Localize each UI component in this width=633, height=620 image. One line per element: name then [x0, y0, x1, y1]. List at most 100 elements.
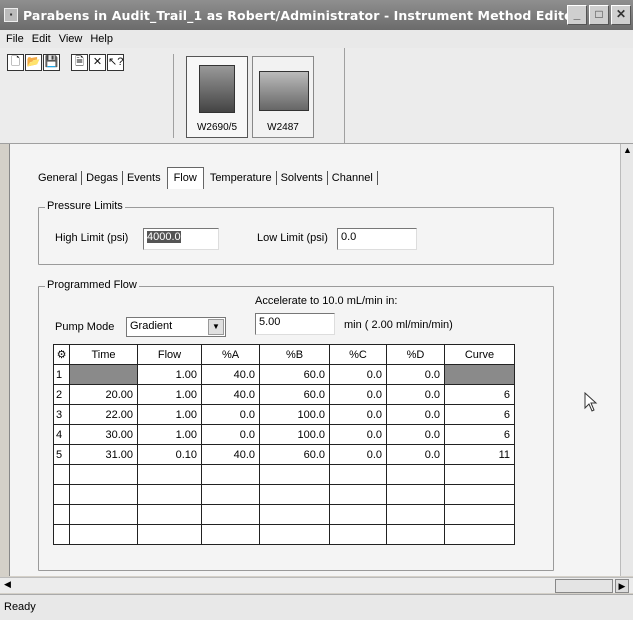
tab-events[interactable]: Events [123, 171, 165, 185]
percent-c-cell[interactable]: 0.0 [329, 384, 387, 405]
menu-edit[interactable]: Edit [28, 33, 55, 45]
column-header: Flow [137, 344, 202, 365]
curve-cell [444, 364, 515, 385]
new-file-icon[interactable]: 🗋 [7, 54, 24, 71]
row-number: 3 [53, 404, 70, 425]
table-row[interactable]: 1 1.00 40.0 60.0 0.0 0.0 [53, 364, 515, 385]
percent-c-cell[interactable]: 0.0 [329, 424, 387, 445]
percent-b-cell[interactable]: 100.0 [259, 404, 330, 425]
percent-b-cell[interactable]: 100.0 [259, 424, 330, 445]
percent-d-cell[interactable]: 0.0 [386, 424, 445, 445]
accelerate-label: Accelerate to 10.0 mL/min in: [255, 295, 398, 307]
menu-view[interactable]: View [55, 33, 87, 45]
title-bar[interactable]: ▪ Parabens in Audit_Trail_1 as Robert/Ad… [0, 0, 633, 30]
column-header: Curve [444, 344, 515, 365]
scrollbar-thumb[interactable] [555, 579, 613, 593]
percent-d-cell[interactable]: 0.0 [386, 444, 445, 465]
table-header-row: ⚙ Time Flow %A %B %C %D Curve [53, 344, 515, 365]
percent-b-cell[interactable]: 60.0 [259, 444, 330, 465]
menu-help[interactable]: Help [86, 33, 117, 45]
gradient-table: ⚙ Time Flow %A %B %C %D Curve 1 1.00 40.… [53, 344, 515, 545]
save-icon[interactable]: 💾 [43, 54, 60, 71]
hplc-pump-icon [199, 65, 235, 113]
pressure-limits-legend: Pressure Limits [45, 200, 125, 212]
instrument-w2487-button[interactable]: W2487 [252, 56, 314, 138]
instrument-w2690-button[interactable]: W2690/5 [186, 56, 248, 138]
vertical-scrollbar[interactable]: ▲ [620, 144, 633, 576]
flow-cell[interactable]: 0.10 [137, 444, 202, 465]
tab-temperature[interactable]: Temperature [206, 171, 277, 185]
flow-cell[interactable]: 1.00 [137, 364, 202, 385]
table-row[interactable] [53, 484, 515, 505]
percent-a-cell[interactable]: 40.0 [201, 364, 260, 385]
flow-cell[interactable]: 1.00 [137, 404, 202, 425]
table-row[interactable]: 5 31.00 0.10 40.0 60.0 0.0 0.0 11 [53, 444, 515, 465]
toolbar: 🗋 📂 💾 🗎 ✕ ↖? W2690/5 W2487 [0, 48, 633, 144]
time-cell[interactable]: 22.00 [69, 404, 138, 425]
time-cell [69, 364, 138, 385]
table-row[interactable] [53, 524, 515, 545]
time-cell[interactable]: 20.00 [69, 384, 138, 405]
low-limit-label: Low Limit (psi) [257, 232, 328, 244]
method-panel: General Degas Events Flow Temperature So… [9, 144, 623, 576]
flow-cell[interactable]: 1.00 [137, 424, 202, 445]
scroll-up-icon[interactable]: ▲ [621, 144, 633, 157]
scroll-right-icon[interactable]: ▶ [615, 579, 629, 593]
menu-bar: File Edit View Help [0, 30, 633, 48]
column-header: %A [201, 344, 260, 365]
table-row[interactable] [53, 504, 515, 525]
table-row[interactable]: 4 30.00 1.00 0.0 100.0 0.0 0.0 6 [53, 424, 515, 445]
table-settings-icon[interactable]: ⚙ [53, 344, 70, 365]
table-row[interactable] [53, 464, 515, 485]
delete-icon[interactable]: ✕ [89, 54, 106, 71]
percent-a-cell[interactable]: 40.0 [201, 444, 260, 465]
flow-cell[interactable]: 1.00 [137, 384, 202, 405]
scroll-left-icon[interactable]: ◀ [4, 579, 11, 590]
tab-general[interactable]: General [34, 171, 83, 185]
chevron-down-icon[interactable]: ▼ [208, 319, 224, 335]
curve-cell[interactable]: 6 [444, 384, 515, 405]
pump-mode-label: Pump Mode [55, 321, 115, 333]
horizontal-scrollbar[interactable]: ◀ ▶ [0, 577, 633, 593]
percent-d-cell[interactable]: 0.0 [386, 404, 445, 425]
percent-b-cell[interactable]: 60.0 [259, 364, 330, 385]
percent-d-cell[interactable]: 0.0 [386, 384, 445, 405]
percent-c-cell[interactable]: 0.0 [329, 364, 387, 385]
close-button[interactable]: ✕ [611, 5, 631, 25]
percent-a-cell[interactable]: 40.0 [201, 384, 260, 405]
tab-flow[interactable]: Flow [166, 167, 204, 189]
percent-d-cell[interactable]: 0.0 [386, 364, 445, 385]
curve-cell[interactable]: 6 [444, 424, 515, 445]
tab-degas[interactable]: Degas [82, 171, 123, 185]
curve-cell[interactable]: 6 [444, 404, 515, 425]
low-limit-input[interactable]: 0.0 [337, 228, 417, 250]
percent-c-cell[interactable]: 0.0 [329, 404, 387, 425]
context-help-icon[interactable]: ↖? [107, 54, 124, 71]
tab-channel[interactable]: Channel [328, 171, 378, 185]
maximize-button[interactable]: □ [589, 5, 609, 25]
high-limit-input[interactable]: 4000.0 [143, 228, 219, 250]
high-limit-value: 4000.0 [147, 231, 181, 243]
menu-file[interactable]: File [2, 33, 28, 45]
column-header: %D [386, 344, 445, 365]
time-cell[interactable]: 31.00 [69, 444, 138, 465]
row-number: 1 [53, 364, 70, 385]
table-row[interactable]: 3 22.00 1.00 0.0 100.0 0.0 0.0 6 [53, 404, 515, 425]
status-text: Ready [4, 601, 36, 613]
pump-mode-select[interactable]: Gradient ▼ [126, 317, 226, 337]
minimize-button[interactable]: _ [567, 5, 587, 25]
percent-c-cell[interactable]: 0.0 [329, 444, 387, 465]
table-row[interactable]: 2 20.00 1.00 40.0 60.0 0.0 0.0 6 [53, 384, 515, 405]
tab-solvents[interactable]: Solvents [277, 171, 328, 185]
accelerate-unit-label: min ( 2.00 ml/min/min) [344, 319, 453, 331]
row-number: 5 [53, 444, 70, 465]
column-header: %B [259, 344, 330, 365]
percent-a-cell[interactable]: 0.0 [201, 404, 260, 425]
properties-icon[interactable]: 🗎 [71, 54, 88, 71]
percent-b-cell[interactable]: 60.0 [259, 384, 330, 405]
curve-cell[interactable]: 11 [444, 444, 515, 465]
time-cell[interactable]: 30.00 [69, 424, 138, 445]
open-folder-icon[interactable]: 📂 [25, 54, 42, 71]
accelerate-time-input[interactable]: 5.00 [255, 313, 335, 335]
percent-a-cell[interactable]: 0.0 [201, 424, 260, 445]
